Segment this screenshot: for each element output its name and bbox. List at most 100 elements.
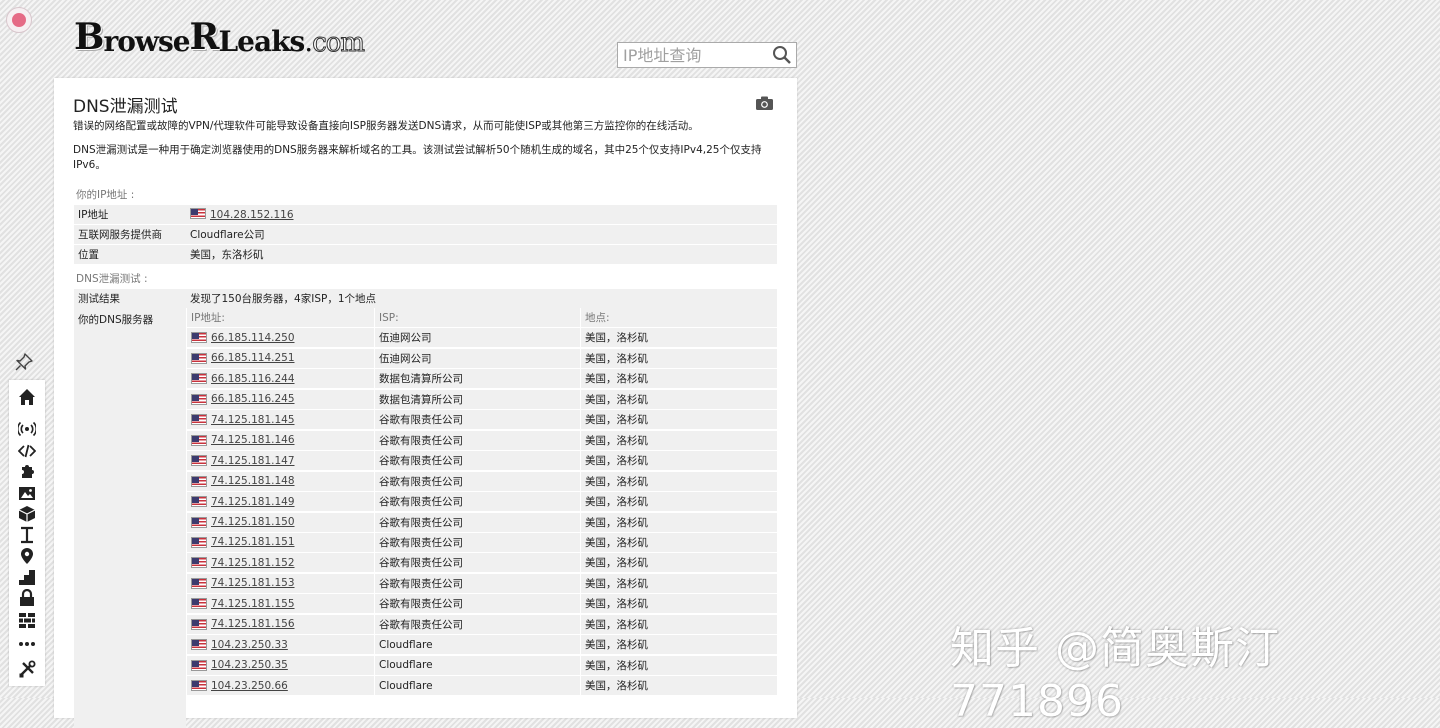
dns-ip-link[interactable]: 74.125.181.152 xyxy=(211,557,295,569)
dns-isp-cell: 谷歌有限责任公司 xyxy=(375,492,580,512)
dns-ip-cell: 74.125.181.156 xyxy=(187,614,374,634)
dns-ip-link[interactable]: 74.125.181.147 xyxy=(211,455,295,467)
table-row: 74.125.181.152 谷歌有限责任公司 美国，洛杉矶 xyxy=(187,553,777,573)
camera-icon[interactable] xyxy=(756,96,773,110)
us-flag-icon xyxy=(190,208,206,219)
us-flag-icon xyxy=(191,332,207,344)
cube-icon[interactable] xyxy=(18,505,36,523)
watermark: 知乎 @简奥斯汀771896 xyxy=(950,623,1280,727)
stairs-icon[interactable] xyxy=(18,568,36,586)
site-logo[interactable]: Browse R Leaks. com xyxy=(74,12,366,59)
dns-ip-link[interactable]: 74.125.181.146 xyxy=(211,434,295,446)
dns-ip-link[interactable]: 104.23.250.35 xyxy=(211,659,288,671)
dns-ip-link[interactable]: 74.125.181.153 xyxy=(211,577,295,589)
dns-ip-link[interactable]: 104.23.250.33 xyxy=(211,639,288,651)
dns-isp-cell: 伍迪网公司 xyxy=(375,348,580,368)
wifi-broadcast-icon[interactable] xyxy=(16,420,38,438)
dns-location-cell: 美国，洛杉矶 xyxy=(581,655,777,675)
us-flag-icon xyxy=(191,639,207,651)
ip-key: IP地址 xyxy=(74,205,186,224)
ip-lookup-input[interactable] xyxy=(623,45,772,65)
dns-isp-cell: 数据包清算所公司 xyxy=(375,389,580,409)
dns-section-heading: DNS泄漏测试 : xyxy=(76,273,148,285)
search-icon[interactable] xyxy=(772,45,792,65)
table-row: 74.125.181.147 谷歌有限责任公司 美国，洛杉矶 xyxy=(187,451,777,471)
dns-ip-cell: 74.125.181.148 xyxy=(187,471,374,491)
lock-icon[interactable] xyxy=(18,588,36,607)
dns-ip-cell: 66.185.116.245 xyxy=(187,389,374,409)
dns-ip-link[interactable]: 74.125.181.149 xyxy=(211,496,295,508)
table-row: 74.125.181.155 谷歌有限责任公司 美国，洛杉矶 xyxy=(187,594,777,614)
dns-ip-link[interactable]: 74.125.181.150 xyxy=(211,516,295,528)
us-flag-icon xyxy=(191,352,207,364)
dns-isp-cell: Cloudflare xyxy=(375,655,580,675)
dns-ip-link[interactable]: 66.185.116.245 xyxy=(211,393,295,405)
dns-location-cell: 美国，洛杉矶 xyxy=(581,430,777,450)
dns-ip-cell: 74.125.181.149 xyxy=(187,492,374,512)
isp-value: Cloudflare公司 xyxy=(186,225,777,244)
dns-ip-link[interactable]: 66.185.114.250 xyxy=(211,332,295,344)
dns-ip-link[interactable]: 74.125.181.156 xyxy=(211,618,295,630)
us-flag-icon xyxy=(191,598,207,610)
dns-ip-cell: 74.125.181.153 xyxy=(187,573,374,593)
dns-location-cell: 美国，洛杉矶 xyxy=(581,451,777,471)
dns-isp-cell: 谷歌有限责任公司 xyxy=(375,410,580,430)
more-dots-icon[interactable] xyxy=(18,635,36,653)
dns-isp-cell: Cloudflare xyxy=(375,635,580,655)
us-flag-icon xyxy=(191,680,207,692)
tools-icon[interactable] xyxy=(18,660,36,678)
dns-ip-link[interactable]: 74.125.181.145 xyxy=(211,414,295,426)
us-flag-icon xyxy=(191,414,207,426)
dns-servers-grid: IP地址: ISP: 地点: 66.185.114.250 伍迪网公司 美国，洛杉矶… xyxy=(187,308,777,697)
dns-ip-cell: 74.125.181.146 xyxy=(187,430,374,450)
location-pin-icon[interactable] xyxy=(18,547,36,565)
translate-extension-button[interactable] xyxy=(6,7,32,33)
dns-isp-cell: 谷歌有限责任公司 xyxy=(375,471,580,491)
bricks-icon[interactable] xyxy=(18,611,36,629)
dns-isp-cell: 谷歌有限责任公司 xyxy=(375,512,580,532)
ip-address-link[interactable]: 104.28.152.116 xyxy=(210,209,294,221)
us-flag-icon xyxy=(191,516,207,528)
puzzle-icon[interactable] xyxy=(18,463,36,481)
code-icon[interactable] xyxy=(17,442,37,460)
dns-location-cell: 美国，洛杉矶 xyxy=(581,369,777,389)
table-row: 测试结果 发现了150台服务器，4家ISP，1个地点 xyxy=(74,289,777,308)
dns-location-cell: 美国，洛杉矶 xyxy=(581,328,777,348)
dns-ip-cell: 74.125.181.151 xyxy=(187,532,374,552)
us-flag-icon xyxy=(191,373,207,385)
dns-isp-cell: 伍迪网公司 xyxy=(375,328,580,348)
dns-ip-link[interactable]: 66.185.116.244 xyxy=(211,373,295,385)
table-row: 104.23.250.66 Cloudflare 美国，洛杉矶 xyxy=(187,676,777,696)
dns-ip-cell: 104.23.250.35 xyxy=(187,655,374,675)
text-cursor-icon[interactable] xyxy=(18,526,36,544)
dns-ip-cell: 66.185.114.251 xyxy=(187,348,374,368)
content-card: DNS泄漏测试 错误的网络配置或故障的VPN/代理软件可能导致设备直接向ISP服… xyxy=(54,78,797,728)
page-title: DNS泄漏测试 xyxy=(73,97,178,117)
us-flag-icon xyxy=(191,577,207,589)
ip-section-heading: 你的IP地址 : xyxy=(76,189,135,201)
column-header-isp: ISP: xyxy=(375,308,580,327)
dns-ip-link[interactable]: 104.23.250.66 xyxy=(211,680,288,692)
translate-icon xyxy=(12,13,26,27)
dns-location-cell: 美国，洛杉矶 xyxy=(581,389,777,409)
dns-ip-cell: 74.125.181.152 xyxy=(187,553,374,573)
us-flag-icon xyxy=(191,536,207,548)
home-icon[interactable] xyxy=(18,388,36,406)
table-row: 74.125.181.153 谷歌有限责任公司 美国，洛杉矶 xyxy=(187,573,777,593)
table-row: 66.185.116.244 数据包清算所公司 美国，洛杉矶 xyxy=(187,369,777,389)
us-flag-icon xyxy=(191,455,207,467)
dns-ip-link[interactable]: 74.125.181.151 xyxy=(211,536,295,548)
dns-ip-link[interactable]: 66.185.114.251 xyxy=(211,352,295,364)
description-tool: DNS泄漏测试是一种用于确定浏览器使用的DNS服务器来解析域名的工具。该测试尝试… xyxy=(73,144,762,171)
pin-icon[interactable] xyxy=(14,352,34,372)
dns-ip-link[interactable]: 74.125.181.148 xyxy=(211,475,295,487)
dns-location-cell: 美国，洛杉矶 xyxy=(581,573,777,593)
table-row: 互联网服务提供商 Cloudflare公司 xyxy=(74,225,777,244)
dns-isp-cell: Cloudflare xyxy=(375,676,580,696)
dns-servers-key: 你的DNS服务器 xyxy=(74,308,186,728)
image-icon[interactable] xyxy=(18,484,36,502)
dns-isp-cell: 谷歌有限责任公司 xyxy=(375,553,580,573)
dns-location-cell: 美国，洛杉矶 xyxy=(581,348,777,368)
dns-ip-link[interactable]: 74.125.181.155 xyxy=(211,598,295,610)
result-key: 测试结果 xyxy=(74,289,186,308)
